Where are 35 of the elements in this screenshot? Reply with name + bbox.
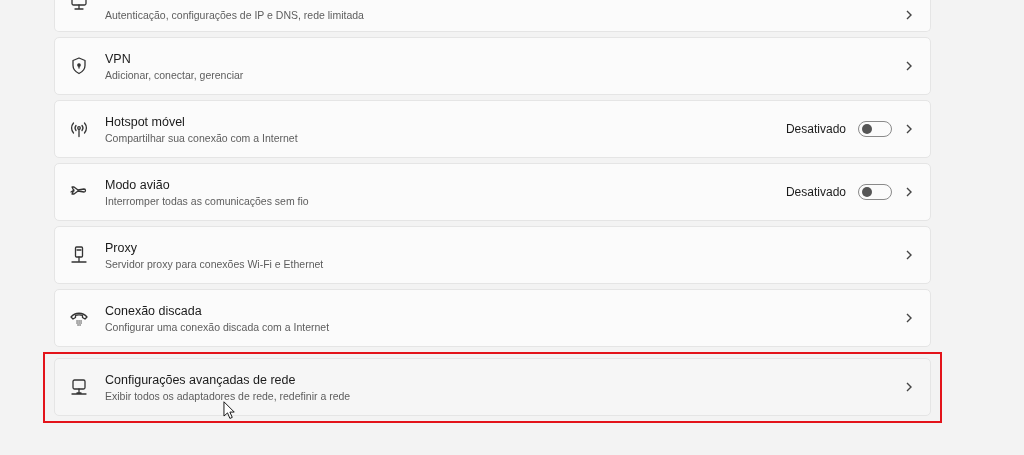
shield-icon — [69, 56, 89, 76]
card-subtitle: Compartilhar sua conexão com a Internet — [105, 131, 299, 144]
card-title: Hotspot móvel — [105, 114, 186, 129]
settings-card[interactable]: Configurações avançadas de rede Exibir todos os adaptadores de rede, redefinir a rede — [54, 358, 931, 416]
toggle-switch[interactable] — [858, 121, 892, 137]
settings-card[interactable]: Conexão discada Configurar uma conexão discada com a Internet — [54, 289, 931, 347]
settings-card[interactable]: VPN Adicionar, conectar, gerenciar — [54, 37, 931, 95]
chevron-right-icon[interactable] — [904, 60, 914, 72]
settings-card[interactable]: Proxy Servidor proxy para conexões Wi-Fi e Ethernet — [54, 226, 931, 284]
chevron-right-icon[interactable] — [904, 9, 914, 21]
chevron-right-icon[interactable] — [904, 186, 914, 198]
card-subtitle: Exibir todos os adaptadores de rede, redefinir a rede — [105, 389, 352, 402]
chevron-right-icon[interactable] — [904, 123, 914, 135]
chevron-right-icon[interactable] — [904, 381, 914, 393]
settings-card[interactable]: Modo avião Interromper todas as comunicações sem fio Desativado — [54, 163, 931, 221]
card-title: Modo avião — [105, 177, 171, 192]
card-subtitle: Interromper todas as comunicações sem fio — [105, 194, 310, 207]
computer-icon — [69, 377, 89, 397]
card-subtitle: Servidor proxy para conexões Wi-Fi e Ethernet — [105, 257, 325, 270]
card-subtitle: Autenticação, configurações de IP e DNS, rede limitada — [105, 9, 365, 21]
card-title: Conexão discada — [105, 303, 203, 318]
card-title: Proxy — [105, 240, 138, 255]
settings-card[interactable]: Autenticação, configurações de IP e DNS, rede limitada — [54, 0, 931, 32]
settings-card[interactable]: Hotspot móvel Compartilhar sua conexão com a Internet Desativado — [54, 100, 931, 158]
card-subtitle: Configurar uma conexão discada com a Internet — [105, 320, 331, 333]
chevron-right-icon[interactable] — [904, 249, 914, 261]
toggle-label: Desativado — [785, 185, 846, 199]
card-title: Configurações avançadas de rede — [105, 372, 297, 387]
signal-icon — [69, 119, 89, 139]
toggle-switch[interactable] — [858, 184, 892, 200]
card-subtitle: Adicionar, conectar, gerenciar — [105, 68, 245, 81]
toggle-label: Desativado — [785, 122, 846, 136]
server-icon — [69, 245, 89, 265]
card-title: VPN — [105, 51, 132, 66]
chevron-right-icon[interactable] — [904, 312, 914, 324]
